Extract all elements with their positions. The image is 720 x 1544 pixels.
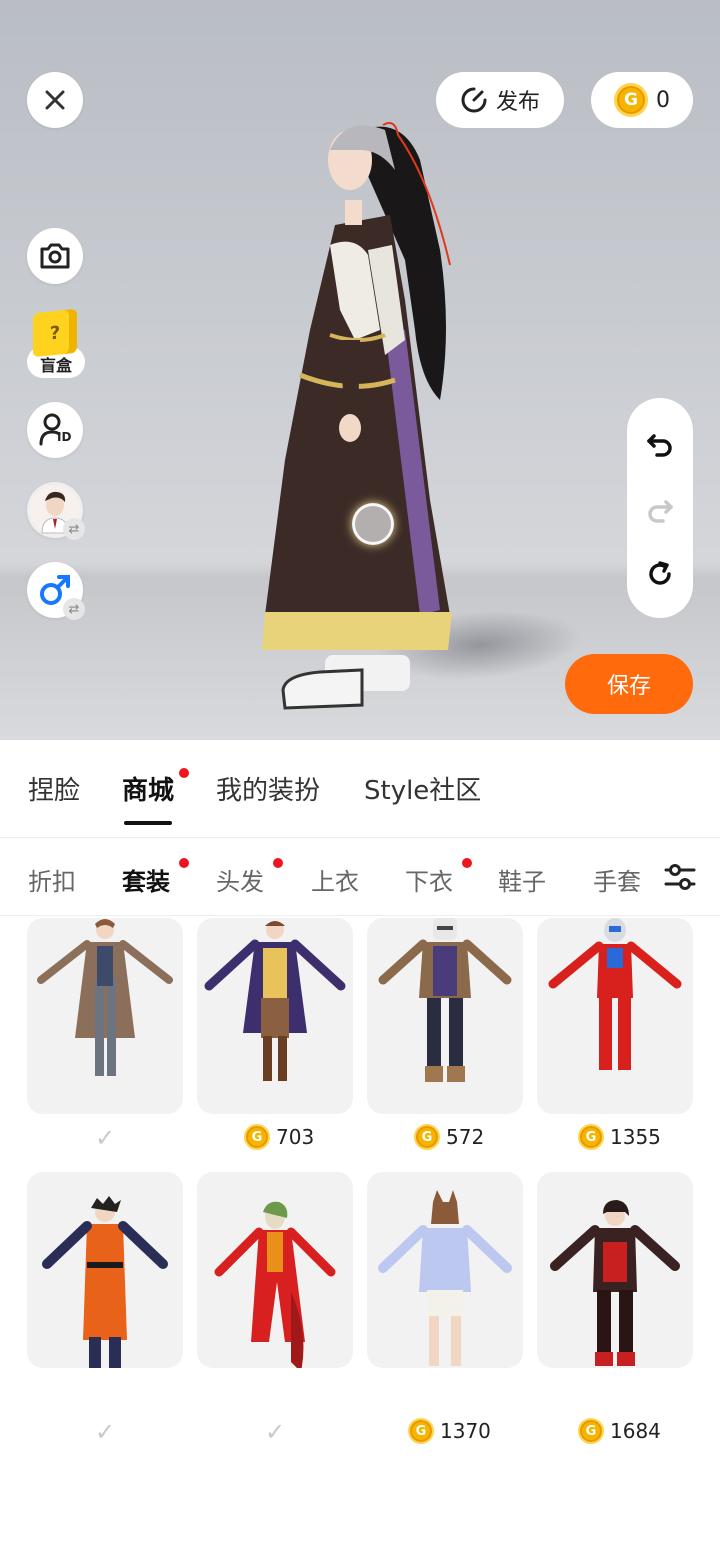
hair-new-dot: [273, 858, 283, 868]
outfit-card[interactable]: [537, 918, 693, 1114]
category-gloves[interactable]: 手套: [593, 862, 641, 897]
filter-button[interactable]: [640, 838, 720, 915]
avatar-switch-button[interactable]: ⇄: [27, 482, 85, 540]
outfit-card[interactable]: [367, 918, 523, 1114]
swap-badge-icon: ⇄: [63, 598, 85, 620]
touch-indicator: [352, 503, 394, 545]
coin-icon: G: [414, 1124, 440, 1150]
gender-button[interactable]: ⇄: [27, 562, 85, 620]
camera-button[interactable]: [27, 228, 83, 284]
outfit-price: G 703: [244, 1122, 314, 1152]
history-panel: [627, 398, 693, 618]
category-bottoms[interactable]: 下衣: [405, 862, 453, 897]
redo-icon: [648, 500, 673, 523]
price-value: 1370: [440, 1419, 491, 1443]
close-icon: [45, 90, 65, 110]
outfit-card[interactable]: [27, 1172, 183, 1368]
outfit-thumbnail: [204, 921, 346, 1081]
undo-button[interactable]: [627, 424, 693, 464]
avatar-id-label: ID: [57, 430, 72, 444]
owned-check-icon: ✓: [264, 1418, 286, 1446]
publish-icon: [461, 87, 487, 113]
tab-face[interactable]: 捏脸: [28, 770, 80, 807]
mystery-box-icon[interactable]: ?: [33, 308, 77, 358]
reset-icon: [649, 561, 671, 585]
outfit-thumbnail: [37, 919, 173, 1076]
close-button[interactable]: [27, 72, 83, 128]
store-new-dot: [179, 768, 189, 778]
outfit-price: G 572: [414, 1122, 484, 1152]
suits-new-dot: [179, 858, 189, 868]
category-tab-bar: 折扣 套装 头发 上衣 下衣 鞋子 手套: [0, 838, 720, 916]
publish-label: 发布: [495, 90, 540, 115]
save-button[interactable]: 保存: [565, 654, 693, 714]
owned-check-icon: ✓: [94, 1418, 116, 1446]
filter-icon: [664, 864, 696, 890]
outfit-card[interactable]: [197, 918, 353, 1114]
bottoms-new-dot: [462, 858, 472, 868]
redo-button[interactable]: [627, 490, 693, 530]
outfit-price: G 1355: [578, 1122, 661, 1152]
outfit-thumbnail: [42, 1196, 168, 1368]
price-value: 1355: [610, 1125, 661, 1149]
coin-balance[interactable]: G 0: [591, 72, 693, 128]
undo-icon: [647, 434, 672, 457]
coin-icon: G: [244, 1124, 270, 1150]
outfit-card[interactable]: [197, 1172, 353, 1368]
coin-icon: G: [578, 1124, 604, 1150]
reset-button[interactable]: [627, 554, 693, 594]
price-value: 703: [276, 1125, 315, 1149]
avatar-id-button[interactable]: ID: [27, 402, 83, 458]
avatar-stage[interactable]: 发布 G 0 盲盒 ? ID ⇄ ⇄ 保存: [0, 0, 720, 740]
tab-my-outfits[interactable]: 我的装扮: [216, 770, 320, 807]
outfit-card[interactable]: [537, 1172, 693, 1368]
outfit-card[interactable]: [27, 918, 183, 1114]
main-tab-bar: 捏脸 商城 我的装扮 Style社区: [0, 740, 720, 838]
publish-button[interactable]: 发布: [436, 72, 564, 128]
tab-style-community[interactable]: Style社区: [364, 770, 481, 807]
category-suits[interactable]: 套装: [122, 862, 170, 897]
outfit-price: G 1684: [578, 1416, 661, 1446]
coin-balance-value: 0: [656, 87, 670, 113]
outfit-thumbnail: [550, 1200, 680, 1366]
price-value: 1684: [610, 1419, 661, 1443]
coin-icon: G: [614, 83, 648, 117]
category-discount[interactable]: 折扣: [28, 862, 76, 897]
price-value: 572: [446, 1125, 485, 1149]
camera-icon: [40, 243, 70, 269]
outfit-card[interactable]: [367, 1172, 523, 1368]
coin-icon: G: [408, 1418, 434, 1444]
coin-icon: G: [578, 1418, 604, 1444]
tab-store[interactable]: 商城: [122, 770, 174, 807]
owned-check-icon: ✓: [94, 1124, 116, 1152]
outfit-thumbnail: [378, 918, 512, 1082]
category-tops[interactable]: 上衣: [311, 862, 359, 897]
category-shoes[interactable]: 鞋子: [498, 862, 546, 897]
outfit-thumbnail: [378, 1190, 512, 1366]
outfit-thumbnail: [548, 918, 682, 1070]
outfit-price: G 1370: [408, 1416, 491, 1446]
swap-badge-icon: ⇄: [63, 518, 85, 540]
outfit-thumbnail: [214, 1201, 336, 1368]
category-hair[interactable]: 头发: [216, 862, 264, 897]
